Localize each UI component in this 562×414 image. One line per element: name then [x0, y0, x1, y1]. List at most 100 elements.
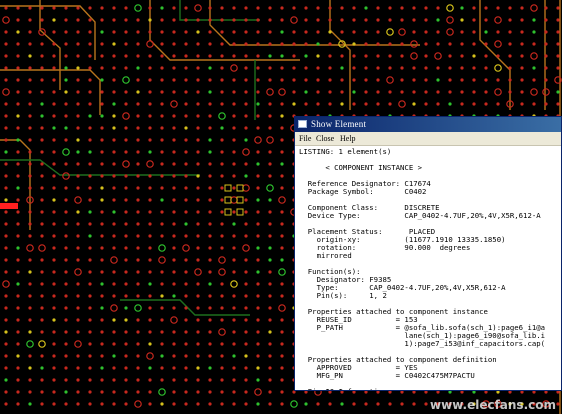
pcb-pad [124, 138, 128, 142]
pcb-pad [484, 30, 488, 34]
pcb-pad [256, 186, 260, 190]
pcb-pad [232, 90, 236, 94]
pcb-pad [112, 378, 116, 382]
pcb-pad [494, 64, 502, 72]
pcb-pad [160, 6, 164, 10]
pcb-pad [376, 102, 380, 106]
pcb-pad [160, 306, 164, 310]
pcb-pad [184, 90, 188, 94]
pcb-pad [112, 66, 116, 70]
pcb-pad [220, 210, 224, 214]
pcb-pad [544, 78, 548, 82]
pcb-pad [316, 66, 320, 70]
pcb-pad [496, 78, 500, 82]
pcb-pad [196, 318, 200, 322]
pcb-pad [76, 90, 80, 94]
pcb-pad [388, 66, 392, 70]
pcb-pad [208, 318, 212, 322]
element-listing[interactable]: LISTING: 1 element(s) < COMPONENT INSTAN… [295, 146, 561, 390]
pcb-pad [110, 256, 118, 264]
pcb-pad [340, 6, 344, 10]
pcb-pad [38, 244, 46, 252]
pcb-pad [220, 186, 224, 190]
pcb-pad [122, 160, 130, 168]
pcb-pad [208, 330, 212, 334]
show-element-window[interactable]: Show Element File Close Help LISTING: 1 … [294, 116, 562, 391]
pcb-pad [124, 198, 128, 202]
pcb-pad [172, 234, 176, 238]
pcb-pad [64, 246, 68, 250]
pcb-pad [400, 54, 404, 58]
pcb-pad [148, 138, 152, 142]
pcb-pad [184, 366, 188, 370]
pcb-pad [494, 16, 502, 24]
pcb-pad [388, 42, 392, 46]
pcb-pad [64, 114, 68, 118]
pcb-pad [40, 234, 44, 238]
pcb-pad [136, 366, 140, 370]
pcb-pad [184, 18, 188, 22]
pcb-pad [40, 126, 44, 130]
pcb-pad [244, 30, 248, 34]
pcb-pad [268, 78, 272, 82]
pcb-pad [64, 294, 68, 298]
pcb-pad [28, 318, 32, 322]
pcb-pad [280, 186, 284, 190]
pcb-pad [76, 54, 80, 58]
pcb-pad [28, 186, 32, 190]
pcb-pad [88, 330, 92, 334]
pcb-pad [100, 54, 104, 58]
pcb-pad [256, 114, 260, 118]
pcb-pad [148, 294, 152, 298]
pcb-pad [100, 186, 104, 190]
pcb-pad [4, 138, 8, 142]
pcb-pad [88, 198, 92, 202]
pcb-pad [28, 66, 32, 70]
pcb-selected-pad [236, 184, 244, 192]
pcb-pad [136, 246, 140, 250]
pcb-pad [16, 234, 20, 238]
pcb-pad [352, 90, 356, 94]
pcb-pad [292, 66, 296, 70]
menu-close[interactable]: Close [316, 133, 334, 144]
pcb-pad [16, 162, 20, 166]
pcb-pad [268, 390, 272, 394]
listing-line: MFG_PN = C0402C475M7PACTU [299, 371, 475, 380]
pcb-pad [256, 282, 260, 286]
pcb-pad [160, 210, 164, 214]
pcb-pad [28, 366, 32, 370]
pcb-pad [280, 54, 284, 58]
pcb-pad [88, 150, 92, 154]
pcb-pad [160, 366, 164, 370]
pcb-trace [329, 0, 351, 110]
pcb-pad [232, 270, 236, 274]
pcb-pad [40, 282, 44, 286]
pcb-pad [196, 222, 200, 226]
pcb-pad [160, 354, 164, 358]
pcb-pad [100, 42, 104, 46]
pcb-pad [256, 378, 260, 382]
pcb-pad [304, 30, 308, 34]
pcb-pad [172, 366, 176, 370]
pcb-pad [148, 54, 152, 58]
pcb-pad [232, 186, 236, 190]
menu-help[interactable]: Help [340, 133, 356, 144]
pcb-pad [172, 402, 176, 406]
pcb-pad [494, 40, 502, 48]
menu-file[interactable]: File [299, 133, 311, 144]
pcb-pad [136, 18, 140, 22]
pcb-pad [508, 30, 512, 34]
pcb-pad [244, 138, 248, 142]
pcb-pad [148, 198, 152, 202]
pcb-pad [100, 402, 104, 406]
pcb-pad [16, 378, 20, 382]
window-title-bar[interactable]: Show Element [295, 117, 561, 132]
pcb-pad [52, 354, 56, 358]
pcb-pad [28, 258, 32, 262]
pcb-pad [184, 198, 188, 202]
pcb-pad [160, 90, 164, 94]
pcb-pad [448, 78, 452, 82]
pcb-pad [208, 258, 212, 262]
pcb-pad [64, 270, 68, 274]
pcb-trace [179, 0, 260, 21]
